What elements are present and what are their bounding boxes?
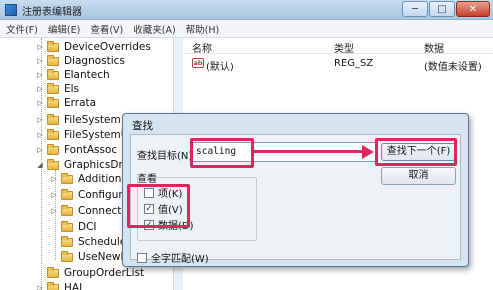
tree-item[interactable]: UseNewKe [50, 250, 133, 264]
tree-item[interactable]: ▷ Additional [50, 172, 131, 186]
match-whole-checkbox[interactable] [137, 252, 147, 263]
menu-favorites[interactable]: 收藏夹(A) [133, 22, 175, 36]
tree-item[interactable]: ▷ Configura [50, 188, 129, 202]
folder-icon [47, 128, 59, 140]
find-next-button[interactable]: 查找下一个(F) [381, 143, 456, 161]
folder-icon [61, 204, 73, 216]
data-checkbox[interactable]: ✓ [144, 219, 154, 230]
option-data[interactable]: ✓ 数据(D) [144, 218, 194, 232]
folder-icon [61, 172, 73, 184]
column-name[interactable]: 名称 [192, 40, 212, 55]
expand-arrow-icon[interactable]: ▷ [36, 131, 44, 139]
expand-arrow-icon[interactable]: ▷ [36, 57, 44, 65]
tree-item[interactable]: ▷ Errata [36, 96, 96, 110]
find-target-label: 查找目标(N): [137, 151, 196, 162]
arrow-head-icon [362, 145, 374, 159]
menu-bar: 文件(F) 编辑(E) 查看(V) 收藏夹(A) 帮助(H) [0, 20, 493, 38]
expand-arrow-icon[interactable]: ▷ [36, 116, 44, 124]
menu-edit[interactable]: 编辑(E) [48, 22, 80, 36]
tree-item[interactable]: ▷ Elantech [36, 68, 110, 82]
find-dialog: 查找 查找目标(N): scaling 查找下一个(F) 取消 查看 项(K) … [122, 113, 469, 267]
value-name: (默认) [206, 62, 234, 73]
value-type: REG_SZ [334, 58, 374, 69]
folder-icon [47, 266, 59, 278]
table-row[interactable]: ab (默认) REG_SZ (数值未设置) [184, 56, 493, 73]
tree-item[interactable]: ▷ DeviceOverrides [36, 40, 151, 54]
collapse-arrow-icon[interactable]: ◢ [36, 161, 44, 169]
folder-icon [47, 143, 59, 155]
folder-icon [47, 82, 59, 94]
tree-item[interactable]: ▷ Els [36, 82, 79, 96]
folder-icon [47, 54, 59, 66]
expand-arrow-icon[interactable]: ▷ [36, 284, 44, 290]
value-data: (数值未设置) [424, 62, 482, 73]
values-checkbox[interactable]: ✓ [144, 203, 154, 214]
option-values[interactable]: ✓ 值(V) [144, 202, 183, 216]
menu-view[interactable]: 查看(V) [90, 22, 123, 36]
menu-help[interactable]: 帮助(H) [186, 22, 220, 36]
string-value-icon: ab [192, 58, 204, 68]
folder-open-icon [47, 158, 59, 170]
folder-icon [47, 281, 59, 290]
close-button[interactable]: ✕ [456, 1, 490, 17]
look-at-group: 项(K) ✓ 值(V) ✓ 数据(D) [137, 177, 257, 241]
tree-item[interactable]: ▷ FileSystemUti [36, 128, 135, 142]
expand-arrow-icon[interactable]: ▷ [36, 146, 44, 154]
folder-icon [61, 235, 73, 247]
title-bar: 注册表编辑器 ─ □ ✕ [0, 0, 493, 20]
folder-icon [47, 113, 59, 125]
regedit-icon [5, 4, 17, 16]
keys-checkbox[interactable] [144, 187, 154, 198]
expand-arrow-icon[interactable]: ▷ [50, 175, 58, 183]
tree-item[interactable]: ▷ Connectivi [50, 204, 133, 218]
tree-item[interactable]: ▷ HAL [36, 281, 85, 290]
option-keys[interactable]: 项(K) [144, 186, 182, 200]
expand-arrow-icon[interactable]: ▷ [50, 207, 58, 215]
dialog-title: 查找 [132, 120, 153, 132]
option-match-whole[interactable]: 全字匹配(W) [137, 251, 209, 265]
expand-arrow-icon[interactable]: ▷ [36, 43, 44, 51]
tree-item[interactable]: ▷ FileSystem [36, 113, 121, 127]
tree-item[interactable]: ▷ Diagnostics [36, 54, 125, 68]
tree-item[interactable]: DCI [50, 220, 97, 234]
minimize-button[interactable]: ─ [402, 1, 428, 17]
folder-icon [47, 68, 59, 80]
column-type[interactable]: 类型 [334, 40, 354, 55]
folder-icon [61, 220, 73, 232]
list-header: 名称 类型 数据 [184, 38, 493, 55]
expand-arrow-icon[interactable]: ▷ [36, 99, 44, 107]
arrow-line [254, 150, 364, 153]
expand-arrow-icon[interactable]: ▷ [36, 71, 44, 79]
tree-item[interactable]: ▷ FontAssoc [36, 143, 117, 157]
folder-icon [47, 96, 59, 108]
window-title: 注册表编辑器 [22, 7, 82, 18]
expand-arrow-icon[interactable]: ▷ [50, 191, 58, 199]
expand-arrow-icon[interactable]: ▷ [36, 85, 44, 93]
cancel-button[interactable]: 取消 [381, 167, 456, 185]
tree-item[interactable]: GroupOrderList [36, 266, 144, 280]
column-data[interactable]: 数据 [424, 40, 444, 55]
menu-file[interactable]: 文件(F) [6, 22, 38, 36]
folder-icon [61, 250, 73, 262]
maximize-button[interactable]: □ [429, 1, 455, 17]
tree-item[interactable]: Scheduler [50, 235, 131, 249]
folder-icon [47, 40, 59, 52]
folder-icon [61, 188, 73, 200]
